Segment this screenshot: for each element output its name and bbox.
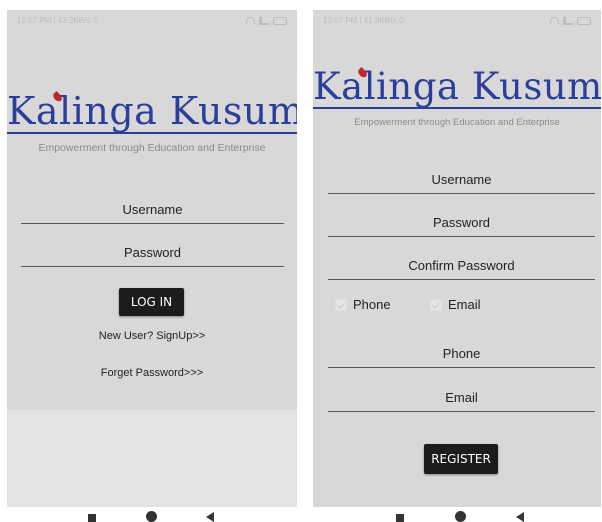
logo-title-text: Kalinga Kusum bbox=[7, 89, 297, 133]
status-bar: 12:07 PM | 43.2KB/s ⏱ bbox=[7, 10, 297, 32]
home-icon[interactable] bbox=[455, 511, 466, 522]
signup-link[interactable]: New User? SignUp>> bbox=[7, 330, 297, 342]
logo-title: Kalinga Kusum bbox=[7, 89, 297, 134]
status-time: 12:07 PM | 43.2KB/s ⏱ bbox=[17, 16, 99, 25]
username-input[interactable]: Username bbox=[21, 202, 284, 224]
recent-apps-icon[interactable] bbox=[396, 514, 404, 522]
login-button[interactable]: LOG IN bbox=[119, 288, 184, 316]
email-checkbox[interactable]: Email bbox=[430, 297, 481, 312]
logo-tagline: Empowerment through Education and Enterp… bbox=[354, 117, 560, 128]
forgot-password-link[interactable]: Forget Password>>> bbox=[7, 367, 297, 379]
contact-options: Phone Email bbox=[313, 297, 601, 313]
home-icon[interactable] bbox=[146, 511, 157, 522]
back-icon[interactable] bbox=[206, 512, 214, 522]
logo-tagline: Empowerment through Education and Enterp… bbox=[38, 142, 266, 154]
register-button[interactable]: REGISTER bbox=[424, 444, 498, 474]
phone-input[interactable]: Phone bbox=[328, 346, 595, 368]
login-screen: 12:07 PM | 43.2KB/s ⏱ Kalinga Kusum Empo… bbox=[7, 10, 297, 507]
username-input[interactable]: Username bbox=[328, 172, 595, 194]
app-logo: Kalinga Kusum Empowerment through Educat… bbox=[313, 65, 601, 128]
register-screen: 12:07 PM | 41.3KB/s ⏱ Kalinga Kusum Empo… bbox=[313, 10, 601, 507]
status-icons bbox=[550, 17, 591, 25]
bottom-area bbox=[7, 410, 297, 507]
app-logo: Kalinga Kusum Empowerment through Educat… bbox=[7, 89, 297, 154]
signal-icon bbox=[563, 17, 573, 25]
status-time: 12:07 PM | 41.3KB/s ⏱ bbox=[323, 16, 405, 25]
battery-icon bbox=[577, 17, 591, 25]
battery-icon bbox=[273, 17, 287, 25]
status-bar: 12:07 PM | 41.3KB/s ⏱ bbox=[313, 10, 601, 32]
logo-title-text: Kalinga Kusum bbox=[313, 65, 601, 108]
phone-option-label: Phone bbox=[353, 297, 391, 312]
logo-title: Kalinga Kusum bbox=[313, 65, 601, 109]
status-icons bbox=[246, 17, 287, 25]
password-input[interactable]: Password bbox=[328, 215, 595, 237]
wifi-icon bbox=[550, 17, 559, 25]
wifi-icon bbox=[246, 17, 255, 25]
phone-checkbox[interactable]: Phone bbox=[335, 297, 391, 312]
recent-apps-icon[interactable] bbox=[88, 514, 96, 522]
check-icon bbox=[430, 298, 442, 311]
confirm-password-input[interactable]: Confirm Password bbox=[328, 258, 595, 280]
back-icon[interactable] bbox=[516, 512, 524, 522]
check-icon bbox=[335, 298, 347, 311]
email-input[interactable]: Email bbox=[328, 390, 595, 412]
email-option-label: Email bbox=[448, 297, 481, 312]
signal-icon bbox=[259, 17, 269, 25]
password-input[interactable]: Password bbox=[21, 245, 284, 267]
